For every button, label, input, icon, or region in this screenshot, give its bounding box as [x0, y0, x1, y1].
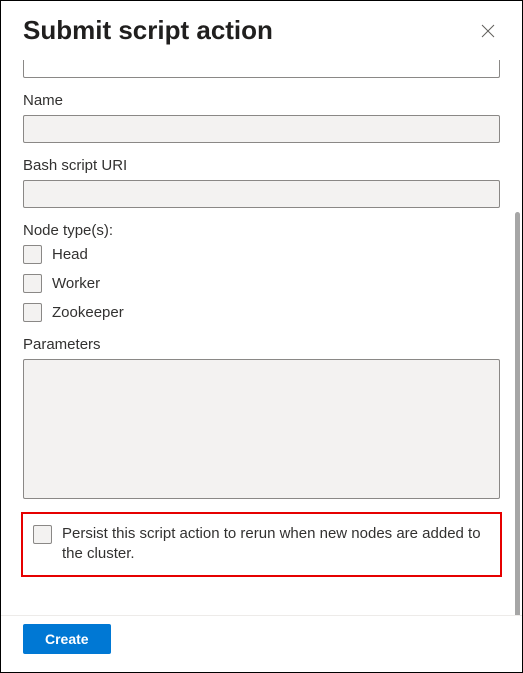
parameters-label: Parameters: [23, 336, 500, 353]
close-icon: [480, 23, 496, 39]
node-types-label: Node type(s):: [23, 222, 500, 239]
worker-checkbox-label[interactable]: Worker: [52, 275, 100, 292]
panel-body: Name Bash script URI Node type(s): Head …: [1, 54, 522, 615]
head-checkbox[interactable]: [23, 245, 42, 264]
partial-field-above[interactable]: [23, 60, 500, 78]
bash-uri-label: Bash script URI: [23, 157, 500, 174]
submit-script-action-panel: Submit script action Name Bash script UR…: [0, 0, 523, 673]
panel-title: Submit script action: [23, 15, 273, 46]
name-input[interactable]: [23, 115, 500, 143]
persist-checkbox[interactable]: [33, 525, 52, 544]
bash-uri-input[interactable]: [23, 180, 500, 208]
create-button[interactable]: Create: [23, 624, 111, 654]
persist-checkbox-label[interactable]: Persist this script action to rerun when…: [62, 524, 490, 565]
zookeeper-checkbox[interactable]: [23, 303, 42, 322]
panel-footer: Create: [1, 615, 522, 672]
persist-highlight-box: Persist this script action to rerun when…: [21, 512, 502, 577]
worker-checkbox[interactable]: [23, 274, 42, 293]
close-button[interactable]: [476, 19, 500, 43]
panel-header: Submit script action: [1, 1, 522, 54]
node-types-group: Head Worker Zookeeper: [23, 245, 500, 322]
zookeeper-checkbox-label[interactable]: Zookeeper: [52, 304, 124, 321]
node-type-row-zookeeper: Zookeeper: [23, 303, 500, 322]
scrollbar-thumb[interactable]: [515, 212, 520, 615]
parameters-input[interactable]: [23, 359, 500, 499]
head-checkbox-label[interactable]: Head: [52, 246, 88, 263]
node-type-row-head: Head: [23, 245, 500, 264]
node-type-row-worker: Worker: [23, 274, 500, 293]
name-label: Name: [23, 92, 500, 109]
